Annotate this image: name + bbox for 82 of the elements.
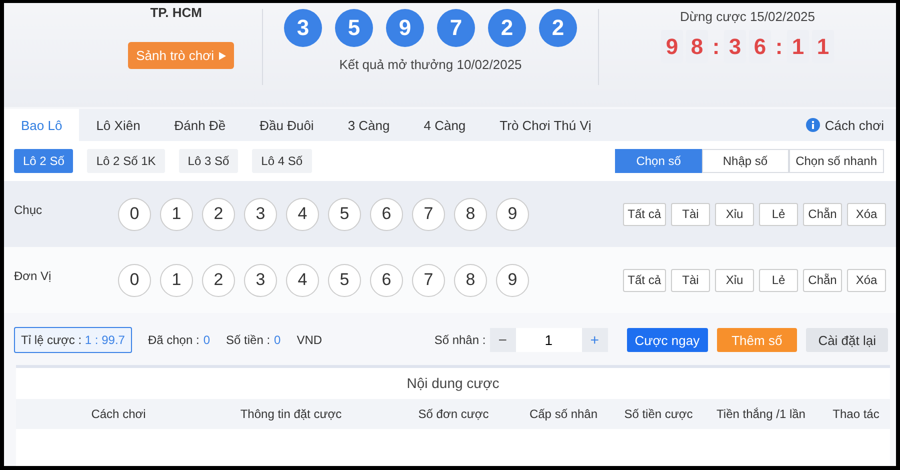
quick-select-button[interactable]: Xóa (847, 202, 886, 226)
action-button[interactable]: Cược ngay (626, 328, 708, 352)
column-header: Cách chơi (90, 407, 147, 421)
result-ball: 2 (539, 9, 577, 47)
column-header: Tiền thắng /1 lần (716, 407, 806, 421)
result-ball: 2 (488, 9, 526, 47)
subtype-tab[interactable]: Lô 4 Số (252, 149, 312, 173)
number-button[interactable]: 0 (118, 198, 151, 230)
number-button[interactable]: 4 (286, 198, 319, 230)
subtype-tab[interactable]: Lô 2 Số 1K (87, 149, 165, 173)
number-button[interactable]: 5 (328, 264, 361, 296)
info-icon (806, 118, 820, 132)
quick-select-button[interactable]: Lẻ (759, 268, 798, 292)
game-tab[interactable]: 3 Càng (330, 109, 407, 141)
column-header: Cấp số nhân (528, 407, 599, 421)
game-tab[interactable]: Bao Lô (4, 109, 80, 141)
number-button[interactable]: 1 (160, 198, 193, 230)
number-button[interactable]: 9 (496, 264, 529, 296)
countdown-colon: : (711, 34, 721, 60)
number-button[interactable]: 2 (202, 264, 235, 296)
currency-unit: VND (296, 333, 322, 347)
game-tab[interactable]: Đánh Đề (157, 109, 243, 141)
quick-select-button[interactable]: Chẵn (803, 202, 842, 226)
number-button[interactable]: 8 (454, 198, 487, 230)
number-button[interactable]: 7 (412, 264, 445, 296)
selected-count: 0 (203, 333, 210, 347)
table-title: Nội dung cược (406, 374, 500, 393)
number-button[interactable]: 7 (412, 198, 445, 230)
quick-select-button[interactable]: Tài (671, 268, 710, 292)
mode-tab[interactable]: Chọn số nhanh (788, 149, 884, 173)
mode-tab[interactable]: Nhập số (702, 149, 789, 173)
column-header: Số tiền cược (623, 407, 694, 421)
row-label: Chục (14, 203, 44, 217)
number-button[interactable]: 5 (328, 198, 361, 230)
row-label: Đơn Vị (14, 269, 52, 283)
number-button[interactable]: 3 (244, 264, 277, 296)
game-tab[interactable]: 4 Càng (406, 109, 483, 141)
quick-select-button[interactable]: Xóa (847, 268, 886, 292)
selected-label: Đã chọn : (148, 333, 200, 347)
odds-label: Tỉ lệ cược : (21, 333, 82, 347)
number-button[interactable]: 0 (118, 264, 151, 296)
play-icon (219, 52, 226, 60)
action-button[interactable]: Cài đặt lại (806, 328, 888, 352)
quick-select-button[interactable]: Xỉu (715, 268, 754, 292)
quick-select-button[interactable]: Lẻ (759, 202, 798, 226)
multiplier-label: Số nhân : (434, 333, 486, 347)
subtype-tab[interactable]: Lô 2 Số (14, 149, 74, 173)
column-header: Số đơn cược (417, 407, 490, 421)
result-caption: Kết quả mở thưởng 10/02/2025 (339, 57, 522, 72)
odds-value: 1 : 99.7 (84, 333, 125, 347)
number-button[interactable]: 6 (370, 198, 403, 230)
number-button[interactable]: 3 (244, 198, 277, 230)
quick-select-button[interactable]: Tất cả (622, 268, 666, 292)
subtype-tab[interactable]: Lô 3 Số (178, 149, 238, 173)
result-ball: 5 (335, 9, 373, 47)
multiplier-field[interactable]: 1 (516, 328, 582, 352)
game-tab[interactable]: Lô Xiên (79, 109, 158, 141)
game-tab[interactable]: Trò Chơi Thú Vị (482, 109, 608, 141)
number-button[interactable]: 8 (454, 264, 487, 296)
number-button[interactable]: 6 (370, 264, 403, 296)
quick-select-button[interactable]: Tài (671, 202, 710, 226)
city-name: TP. HCM (150, 5, 202, 20)
number-button[interactable]: 2 (202, 198, 235, 230)
help-link[interactable]: Cách chơi (824, 118, 884, 132)
amount-label: Số tiền : (226, 333, 270, 347)
number-button[interactable]: 9 (496, 198, 529, 230)
number-button[interactable]: 1 (160, 264, 193, 296)
quick-select-button[interactable]: Xỉu (715, 202, 754, 226)
quick-select-button[interactable]: Chẵn (803, 268, 842, 292)
decrease-button[interactable]: − (490, 328, 516, 352)
quick-select-button[interactable]: Tất cả (622, 202, 666, 226)
column-header: Thông tin đặt cược (239, 407, 343, 421)
countdown-colon: : (774, 34, 784, 60)
result-ball: 9 (386, 9, 424, 47)
mode-tab[interactable]: Chọn số (615, 149, 702, 173)
stop-date: Dừng cược 15/02/2025 (680, 9, 816, 24)
result-ball: 3 (284, 9, 322, 47)
number-button[interactable]: 4 (286, 264, 319, 296)
amount-value: 0 (274, 333, 281, 347)
column-header: Thao tác (832, 407, 880, 421)
result-ball: 7 (437, 9, 475, 47)
game-tab[interactable]: Đầu Đuôi (242, 109, 331, 141)
